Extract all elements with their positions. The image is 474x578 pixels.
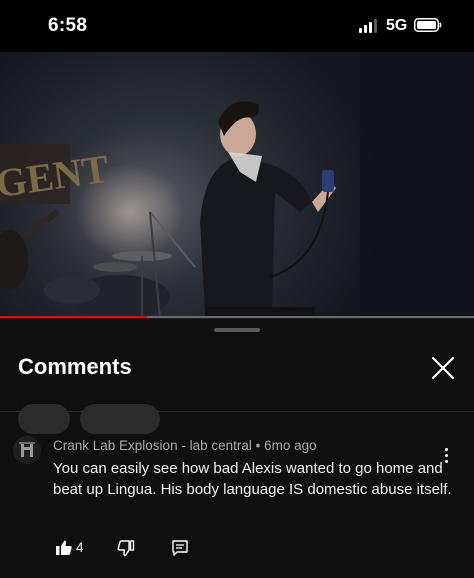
divider — [0, 411, 474, 412]
reply-button[interactable] — [169, 537, 191, 559]
avatar-logo-icon — [19, 442, 35, 457]
comment-time: 6mo ago — [264, 438, 317, 453]
status-time: 6:58 — [48, 15, 88, 36]
video-frame: GENT — [0, 52, 474, 318]
comment-item: Crank Lab Explosion - lab central • 6mo … — [0, 431, 474, 571]
video-player[interactable]: GENT — [0, 52, 474, 318]
panel-title: Comments — [18, 354, 132, 379]
sort-chip-newest[interactable] — [80, 404, 160, 434]
battery-icon — [414, 18, 442, 32]
like-count: 4 — [76, 540, 84, 555]
drag-handle[interactable] — [214, 328, 260, 332]
signal-bars-icon — [359, 19, 379, 33]
dislike-button[interactable] — [115, 537, 137, 559]
comment-meta: Crank Lab Explosion - lab central • 6mo … — [53, 438, 317, 453]
reply-icon — [172, 540, 188, 556]
status-bar: 6:58 5G — [0, 0, 474, 52]
network-type: 5G — [386, 17, 408, 34]
like-button[interactable]: 4 — [53, 537, 97, 559]
comments-panel: Comments Crank Lab Explosion - lab centr… — [0, 318, 474, 578]
meta-separator: • — [255, 438, 261, 453]
sort-chip-top[interactable] — [18, 404, 70, 434]
comment-author[interactable]: Crank Lab Explosion - lab central — [53, 438, 252, 453]
close-icon[interactable] — [430, 355, 456, 381]
thumbs-down-icon — [117, 540, 135, 557]
comment-text: You can easily see how bad Alexis wanted… — [53, 460, 452, 498]
thumbs-up-icon — [56, 540, 72, 555]
comment-actions: 4 — [53, 537, 253, 561]
avatar[interactable] — [13, 436, 41, 464]
